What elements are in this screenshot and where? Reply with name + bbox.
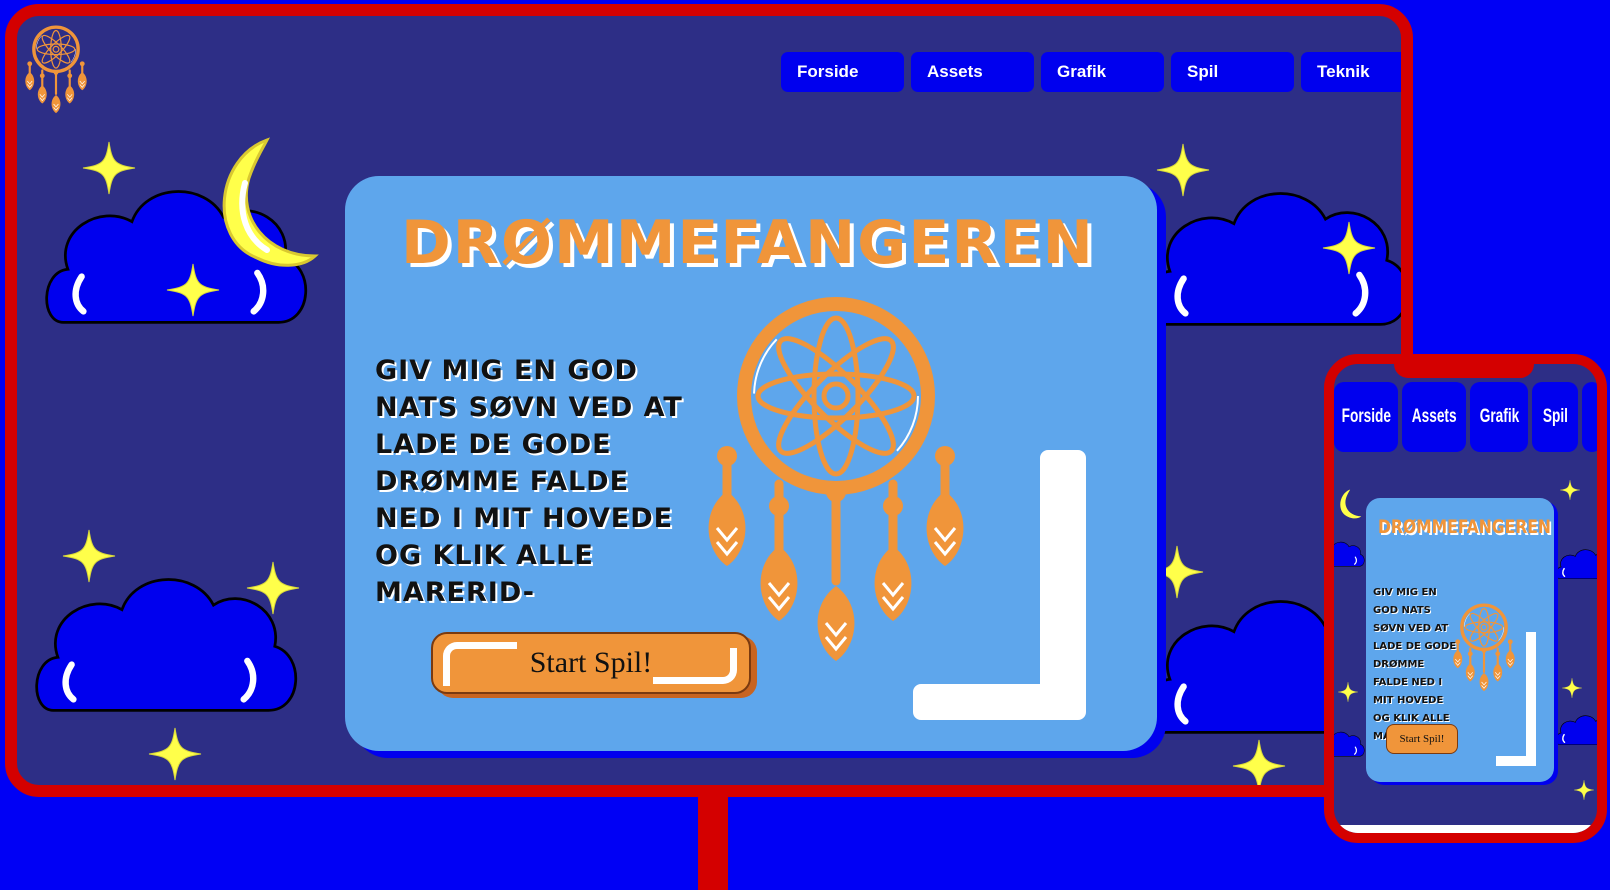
- start-game-label: Start Spil!: [529, 646, 653, 679]
- phone-nav: Forside Assets Grafik Spil: [1334, 382, 1597, 452]
- star-icon: [1560, 480, 1580, 500]
- star-icon: [1338, 682, 1358, 702]
- star-icon: [82, 141, 136, 195]
- phone-hero-card: DRØMMEFANGEREN Giv mig en god nats søvn …: [1366, 498, 1554, 782]
- nav-spil[interactable]: Spil: [1171, 52, 1294, 92]
- phone-nav-assets[interactable]: Assets: [1402, 382, 1466, 452]
- nav-grafik[interactable]: Grafik: [1041, 52, 1164, 92]
- phone-intro-text: Giv mig en god nats søvn ved at lade de …: [1373, 587, 1457, 742]
- intro-text: Giv mig en god nats søvn ved at lade de …: [375, 355, 683, 608]
- corner-bracket-decoration: [913, 450, 1086, 720]
- phone-nav-grafik[interactable]: Grafik: [1470, 382, 1528, 452]
- phone-nav-spil[interactable]: Spil: [1532, 382, 1578, 452]
- phone-nav-teknik[interactable]: [1582, 382, 1597, 452]
- phone-bottom-bar: [1334, 825, 1597, 833]
- start-game-button[interactable]: Start Spil!: [431, 632, 751, 694]
- phone-nav-forside[interactable]: Forside: [1334, 382, 1398, 452]
- star-icon: [1562, 678, 1582, 698]
- cloud-icon: [1334, 541, 1365, 567]
- phone-start-game-label: Start Spil!: [1399, 733, 1445, 745]
- cloud-icon: [1556, 548, 1597, 580]
- phone-notch: [1394, 364, 1534, 378]
- dreamcatcher-logo-icon[interactable]: [23, 22, 89, 118]
- cloud-icon: [1556, 714, 1597, 746]
- monitor-stand: [698, 797, 728, 890]
- cloud-icon: [1334, 731, 1365, 757]
- star-icon: [1574, 780, 1594, 800]
- star-icon: [166, 263, 220, 317]
- phone-start-game-button[interactable]: Start Spil!: [1386, 724, 1458, 754]
- moon-icon: [222, 137, 319, 267]
- phone-page-title: DRØMMEFANGEREN: [1378, 516, 1551, 538]
- desktop-screen: Forside Assets Grafik Spil Teknik DRØMME…: [5, 4, 1413, 797]
- star-icon: [1232, 739, 1286, 785]
- page-title: DRØMMEFANGEREN: [401, 208, 1095, 278]
- star-icon: [246, 561, 300, 615]
- star-icon: [1322, 221, 1376, 275]
- nav-teknik[interactable]: Teknik: [1301, 52, 1401, 92]
- hero-card: DRØMMEFANGEREN Giv mig en god nats søvn …: [345, 176, 1157, 751]
- star-icon: [148, 727, 202, 781]
- star-icon: [62, 529, 116, 583]
- nav-forside[interactable]: Forside: [781, 52, 904, 92]
- nav-assets[interactable]: Assets: [911, 52, 1034, 92]
- phone-screen: Forside Assets Grafik Spil DRØMMEFANGERE…: [1324, 354, 1607, 843]
- corner-bracket-decoration: [1496, 632, 1536, 766]
- star-icon: [1156, 143, 1210, 197]
- main-nav: Forside Assets Grafik Spil Teknik: [781, 52, 1401, 92]
